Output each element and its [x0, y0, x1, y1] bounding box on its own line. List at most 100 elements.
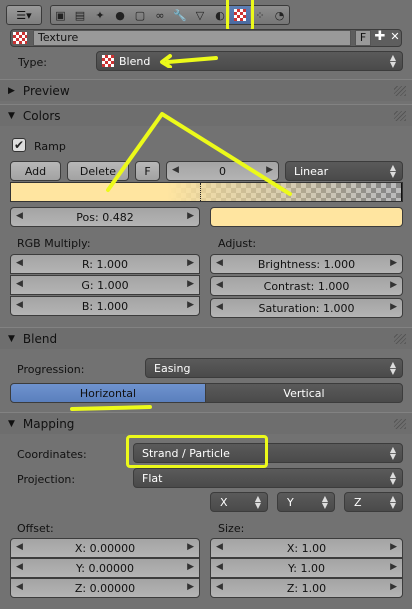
progression-dropdown[interactable]: Easing ▲ ▼ [145, 358, 403, 378]
r-multiply-field[interactable]: ◀ R: 1.000 ▶ [10, 254, 200, 274]
data-tab-icon[interactable]: ▽ [190, 5, 210, 25]
properties-editor-icon: ☰▾ [16, 8, 32, 22]
texture-name-field[interactable]: Texture [33, 30, 351, 46]
mapping-panel-title: Mapping [22, 416, 75, 431]
increment-arrow-icon[interactable]: ▶ [187, 279, 194, 289]
increment-arrow-icon[interactable]: ▶ [390, 258, 397, 268]
mapping-axis-z-dropdown[interactable]: Z ▲ ▼ [344, 492, 403, 512]
panel-grip-icon[interactable] [394, 334, 406, 344]
dropdown-arrows-icon: ▲ ▼ [389, 494, 396, 510]
editor-type-menu[interactable]: ☰▾ [6, 5, 42, 25]
mapping-axis-x-dropdown[interactable]: X ▲ ▼ [210, 492, 268, 512]
increment-arrow-icon[interactable]: ▶ [187, 562, 194, 572]
blend-texture-icon [102, 55, 114, 67]
decrement-arrow-icon[interactable]: ◀ [16, 582, 23, 592]
dropdown-arrows-icon: ▲ ▼ [389, 470, 396, 486]
ramp-end-stop-marker[interactable] [401, 183, 402, 201]
collapsed-triangle-icon: ▶ [8, 85, 15, 96]
size-z-field[interactable]: ◀ Z: 1.00 ▶ [210, 578, 403, 598]
decrement-arrow-icon[interactable]: ◀ [16, 300, 23, 310]
contrast-field[interactable]: ◀ Contrast: 1.000 ▶ [210, 276, 403, 296]
g-multiply-field[interactable]: ◀ G: 1.000 ▶ [10, 275, 200, 295]
decrement-arrow-icon[interactable]: ◀ [16, 542, 23, 552]
mapping-panel-header[interactable]: ▼ Mapping [0, 412, 412, 434]
decrement-arrow-icon[interactable]: ◀ [216, 542, 223, 552]
dropdown-arrows-icon: ▲ ▼ [389, 360, 396, 376]
texture-browse-icon[interactable] [13, 32, 27, 44]
unlink-icon[interactable]: ✕ [389, 30, 401, 46]
preview-panel-header[interactable]: ▶ Preview [0, 79, 412, 101]
increment-arrow-icon[interactable]: ▶ [390, 582, 397, 592]
ramp-label: Ramp [34, 140, 66, 153]
increment-arrow-icon[interactable]: ▶ [390, 542, 397, 552]
offset-z-field[interactable]: ◀ Z: 0.00000 ▶ [10, 578, 200, 598]
adjust-label: Adjust: [218, 237, 257, 250]
decrement-arrow-icon[interactable]: ◀ [216, 280, 223, 290]
increment-arrow-icon[interactable]: ▶ [187, 300, 194, 310]
constraints-tab-icon[interactable]: ∞ [150, 5, 170, 25]
increment-arrow-icon[interactable]: ▶ [187, 211, 194, 221]
increment-arrow-icon[interactable]: ▶ [390, 302, 397, 312]
type-dropdown[interactable]: Blend ▲ ▼ [96, 51, 403, 71]
decrement-arrow-icon[interactable]: ◀ [16, 562, 23, 572]
decrement-arrow-icon[interactable]: ◀ [216, 302, 223, 312]
horizontal-toggle[interactable]: Horizontal [10, 383, 206, 403]
decrement-arrow-icon[interactable]: ◀ [16, 258, 23, 268]
offset-y-field[interactable]: ◀ Y: 0.00000 ▶ [10, 558, 200, 578]
size-y-field[interactable]: ◀ Y: 1.00 ▶ [210, 558, 403, 578]
size-label: Size: [218, 522, 245, 535]
decrement-arrow-icon[interactable]: ◀ [216, 258, 223, 268]
highlight-texture-tab [226, 0, 254, 32]
panel-grip-icon[interactable] [394, 86, 406, 96]
projection-label: Projection: [17, 473, 76, 486]
increment-arrow-icon[interactable]: ▶ [187, 258, 194, 268]
ramp-checkbox[interactable]: ✔ [12, 138, 26, 152]
decrement-arrow-icon[interactable]: ◀ [216, 582, 223, 592]
world-tab-icon[interactable]: ● [110, 5, 130, 25]
rgb-multiply-label: RGB Multiply: [17, 237, 91, 250]
decrement-arrow-icon[interactable]: ◀ [216, 562, 223, 572]
dropdown-arrows-icon: ▲ ▼ [254, 494, 261, 510]
brightness-field[interactable]: ◀ Brightness: 1.000 ▶ [210, 254, 403, 274]
highlight-coordinates [126, 435, 268, 468]
expanded-triangle-icon: ▼ [8, 333, 15, 344]
expanded-triangle-icon: ▼ [8, 418, 15, 429]
decrement-arrow-icon[interactable]: ◀ [16, 279, 23, 289]
add-stop-button[interactable]: Add [10, 161, 61, 181]
panel-grip-icon[interactable] [394, 111, 406, 121]
saturation-field[interactable]: ◀ Saturation: 1.000 ▶ [210, 298, 403, 318]
modifiers-tab-icon[interactable]: 🔧 [170, 5, 190, 25]
stop-color-swatch[interactable] [210, 207, 403, 227]
layers-tab-icon[interactable]: ▤ [70, 5, 90, 25]
dropdown-arrows-icon: ▲ ▼ [389, 53, 396, 69]
mapping-axis-y-dropdown[interactable]: Y ▲ ▼ [277, 492, 335, 512]
offset-label: Offset: [17, 522, 54, 535]
panel-grip-icon[interactable] [394, 419, 406, 429]
offset-x-field[interactable]: ◀ X: 0.00000 ▶ [10, 538, 200, 558]
colors-panel-title: Colors [22, 108, 61, 123]
texture-datablock-row: Texture F ✚ ✕ [10, 29, 402, 47]
b-multiply-field[interactable]: ◀ B: 1.000 ▶ [10, 296, 200, 316]
annotation-arrow [160, 54, 218, 68]
fake-user-button[interactable]: F [355, 30, 371, 46]
increment-arrow-icon[interactable]: ▶ [187, 582, 194, 592]
preview-panel-title: Preview [22, 83, 70, 98]
new-texture-icon[interactable]: ✚ [373, 30, 387, 46]
dropdown-arrows-icon: ▲ ▼ [389, 445, 396, 461]
decrement-arrow-icon[interactable]: ◀ [16, 211, 23, 221]
blend-panel-header[interactable]: ▼ Blend [0, 327, 412, 349]
size-x-field[interactable]: ◀ X: 1.00 ▶ [210, 538, 403, 558]
scene-tab-icon[interactable]: ✦ [90, 5, 110, 25]
stop-position-field[interactable]: ◀ Pos: 0.482 ▶ [10, 207, 200, 227]
vertical-toggle[interactable]: Vertical [205, 383, 403, 403]
render-tab-icon[interactable]: ▣ [50, 5, 70, 25]
projection-dropdown[interactable]: Flat ▲ ▼ [133, 468, 403, 488]
interpolation-dropdown[interactable]: Linear ▲ ▼ [285, 161, 403, 181]
increment-arrow-icon[interactable]: ▶ [390, 280, 397, 290]
dropdown-arrows-icon: ▲ ▼ [321, 494, 328, 510]
increment-arrow-icon[interactable]: ▶ [187, 542, 194, 552]
physics-tab-icon[interactable]: ◔ [270, 5, 290, 25]
object-tab-icon[interactable]: ▢ [130, 5, 150, 25]
annotation-v-mark [106, 112, 292, 196]
increment-arrow-icon[interactable]: ▶ [390, 562, 397, 572]
